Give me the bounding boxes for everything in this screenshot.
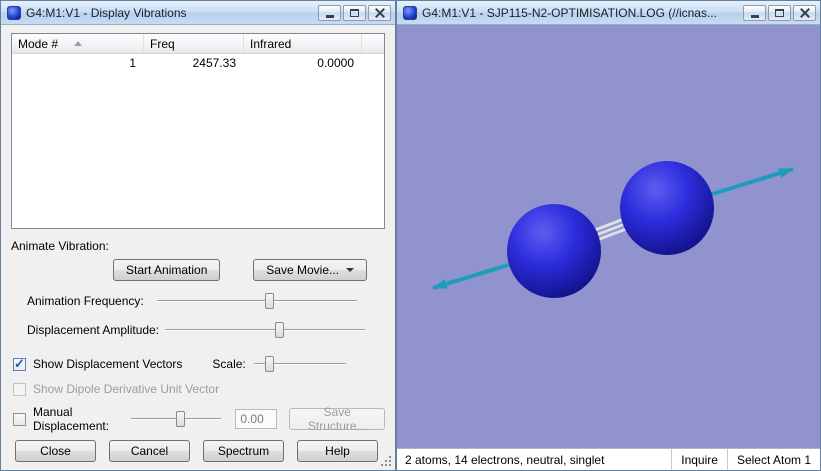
scale-label: Scale: (212, 357, 246, 371)
animation-frequency-slider[interactable] (157, 292, 357, 310)
help-button[interactable]: Help (297, 440, 378, 462)
close-window-button[interactable] (793, 4, 816, 21)
molecule-view-titlebar[interactable]: G4:M1:V1 - SJP115-N2-OPTIMISATION.LOG (/… (397, 1, 820, 25)
desktop: G4:M1:V1 - Display Vibrations Mode # Fre… (0, 0, 821, 471)
slider-thumb[interactable] (275, 322, 285, 338)
column-header-mode[interactable]: Mode # (12, 34, 144, 53)
save-structure-button: Save Structure... (289, 405, 385, 433)
slider-track (165, 329, 366, 331)
maximize-button[interactable] (768, 4, 791, 21)
show-dipole-row: Show Dipole Derivative Unit Vector (11, 382, 385, 396)
display-vibrations-title: G4:M1:V1 - Display Vibrations (26, 5, 187, 20)
sort-ascending-icon (74, 41, 83, 46)
status-bar: 2 atoms, 14 electrons, neutral, singlet … (397, 448, 820, 470)
display-vibrations-window: G4:M1:V1 - Display Vibrations Mode # Fre… (0, 0, 396, 471)
slider-thumb[interactable] (264, 356, 274, 372)
display-vibrations-titlebar[interactable]: G4:M1:V1 - Display Vibrations (1, 1, 395, 25)
window-controls (743, 4, 816, 21)
close-dialog-button[interactable]: Close (15, 440, 96, 462)
minimize-button[interactable] (318, 4, 341, 21)
minimize-button[interactable] (743, 4, 766, 21)
column-header-spacer (362, 34, 384, 53)
cell-spacer (362, 54, 384, 71)
dropdown-arrow-icon (346, 268, 354, 272)
save-movie-button[interactable]: Save Movie... (253, 259, 367, 281)
show-displacement-vectors-row: Show Displacement Vectors Scale: (11, 355, 385, 373)
manual-displacement-slider[interactable] (131, 410, 222, 428)
animate-vibration-label: Animate Vibration: (11, 239, 109, 253)
cell-mode: 1 (129, 55, 136, 70)
cell-infrared: 0.0000 (317, 55, 354, 70)
molecule-info-text: 2 atoms, 14 electrons, neutral, singlet (405, 452, 605, 467)
nitrogen-atom-1 (507, 204, 601, 298)
nitrogen-atom-2 (620, 161, 714, 255)
displacement-amplitude-row: Displacement Amplitude: (11, 321, 385, 339)
slider-track (157, 300, 357, 302)
manual-displacement-label: Manual Displacement: (33, 405, 110, 433)
column-header-freq[interactable]: Freq (144, 34, 244, 53)
slider-thumb[interactable] (265, 293, 274, 309)
show-dipole-label: Show Dipole Derivative Unit Vector (33, 382, 220, 396)
dialog-buttons-row: Close Cancel Spectrum Help (11, 440, 385, 464)
molecule-view-title: G4:M1:V1 - SJP115-N2-OPTIMISATION.LOG (/… (422, 5, 717, 20)
minimize-icon (325, 14, 334, 18)
show-dipole-checkbox (13, 382, 26, 396)
animation-frequency-label: Animation Frequency: (27, 294, 144, 308)
n2-molecule-rendering (432, 161, 794, 298)
displacement-amplitude-slider[interactable] (165, 321, 366, 339)
maximize-icon (775, 8, 784, 17)
scale-slider[interactable] (253, 355, 346, 373)
cancel-button[interactable]: Cancel (109, 440, 190, 462)
displacement-amplitude-label: Displacement Amplitude: (27, 323, 160, 337)
vibration-modes-table: Mode # Freq Infrared 1 2457.33 0.0000 (11, 33, 385, 229)
window-controls (318, 4, 391, 21)
molecule-viewport[interactable] (397, 25, 820, 448)
manual-displacement-row: Manual Displacement: Save Structure... (11, 405, 385, 433)
start-animation-button[interactable]: Start Animation (113, 259, 221, 281)
table-header: Mode # Freq Infrared (12, 34, 384, 54)
status-select-atom: Select Atom 1 (726, 449, 820, 470)
close-window-button[interactable] (368, 4, 391, 21)
maximize-icon (350, 8, 359, 17)
maximize-button[interactable] (343, 4, 366, 21)
animation-frequency-row: Animation Frequency: (11, 292, 385, 310)
close-icon (375, 8, 385, 18)
app-icon (7, 5, 21, 20)
column-header-infrared[interactable]: Infrared (244, 34, 362, 53)
slider-thumb[interactable] (176, 411, 186, 427)
manual-displacement-checkbox[interactable] (13, 412, 26, 426)
show-displacement-vectors-label: Show Displacement Vectors (33, 357, 183, 371)
save-movie-label: Save Movie... (266, 263, 339, 277)
close-icon (800, 8, 810, 18)
manual-displacement-input[interactable] (235, 409, 278, 429)
molecule-view-window: G4:M1:V1 - SJP115-N2-OPTIMISATION.LOG (/… (396, 0, 821, 471)
animation-buttons-row: Start Animation Save Movie... (11, 259, 385, 281)
table-row[interactable]: 1 2457.33 0.0000 (12, 54, 384, 71)
status-inquire: Inquire (671, 449, 727, 470)
spectrum-button[interactable]: Spectrum (203, 440, 284, 462)
display-vibrations-content: Mode # Freq Infrared 1 2457.33 0.0000 An… (1, 25, 395, 470)
column-header-mode-label: Mode # (18, 36, 59, 51)
app-icon (403, 5, 417, 20)
minimize-icon (750, 14, 759, 18)
cell-freq: 2457.33 (192, 55, 236, 70)
resize-grip[interactable] (380, 455, 392, 467)
show-displacement-vectors-checkbox[interactable] (13, 356, 26, 372)
